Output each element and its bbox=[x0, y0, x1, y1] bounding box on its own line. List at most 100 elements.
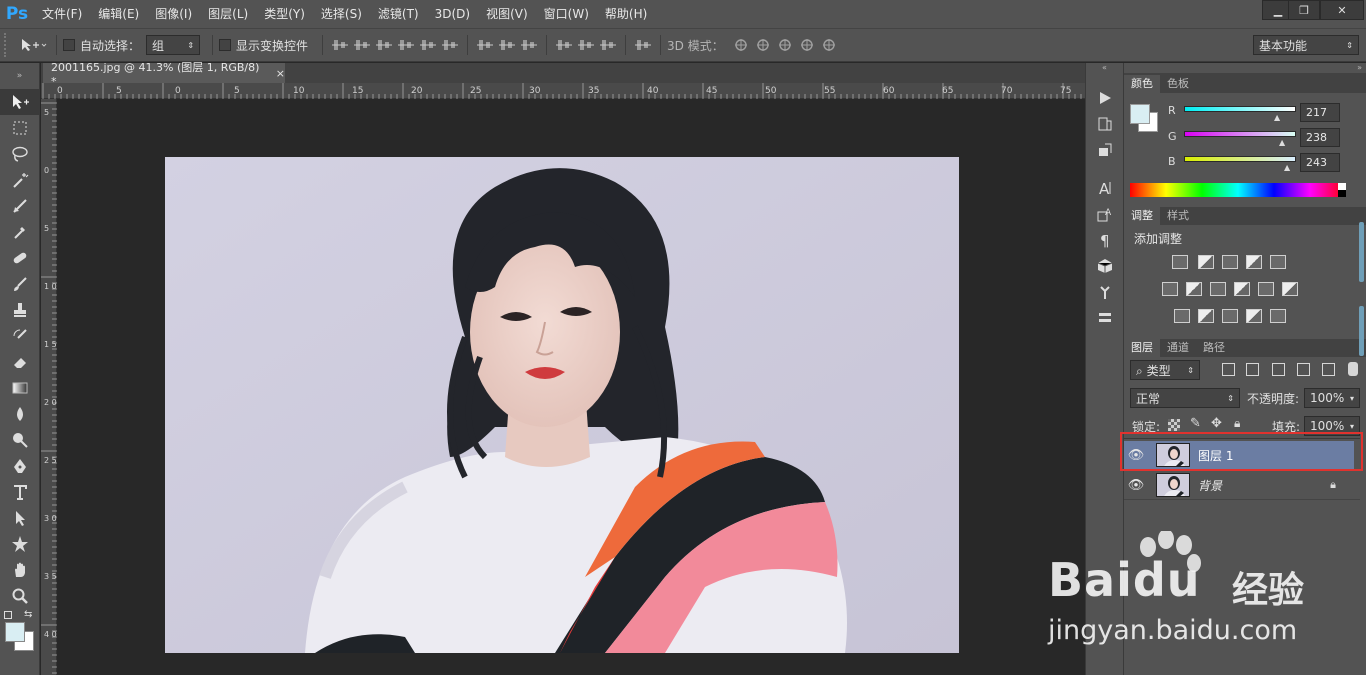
filter-toggle-switch[interactable] bbox=[1348, 362, 1358, 376]
eraser-tool[interactable] bbox=[0, 349, 40, 375]
auto-select-dropdown[interactable]: 组 ⇕ bbox=[146, 35, 201, 55]
document-tab[interactable]: 2001165.jpg @ 41.3% (图层 1, RGB/8) * × bbox=[43, 61, 285, 88]
roll-3d-icon[interactable] bbox=[754, 36, 772, 54]
align-icon[interactable] bbox=[634, 36, 652, 54]
tab-styles[interactable]: 样式 bbox=[1160, 207, 1196, 225]
pixel-filter-icon[interactable] bbox=[1222, 363, 1235, 376]
menu-item-0[interactable]: 文件(F) bbox=[34, 0, 90, 28]
g-value-input[interactable]: 238 bbox=[1300, 128, 1340, 147]
brush-presets-button[interactable] bbox=[1086, 137, 1123, 163]
clone-stamp-tool[interactable] bbox=[0, 297, 40, 323]
align-icon[interactable] bbox=[498, 36, 516, 54]
layer-filter-dropdown[interactable]: ⌕ 类型 ⇕ bbox=[1130, 360, 1200, 380]
lock-transparent-icon[interactable] bbox=[1168, 419, 1180, 431]
layer-row-2[interactable]: 👁︎ 背景 🔒︎ bbox=[1124, 471, 1354, 499]
swap-colors-icon[interactable]: ⇆ bbox=[24, 609, 32, 620]
adjust-scrollbar[interactable] bbox=[1359, 222, 1364, 282]
spectrum-black-swatch[interactable] bbox=[1338, 190, 1346, 197]
show-transform-checkbox[interactable] bbox=[219, 39, 232, 51]
posterize-icon[interactable] bbox=[1198, 309, 1214, 323]
play-action-button[interactable] bbox=[1086, 85, 1123, 111]
selective-color-icon[interactable] bbox=[1246, 309, 1262, 323]
photo-filter-icon[interactable] bbox=[1234, 282, 1250, 296]
black-white-icon[interactable] bbox=[1210, 282, 1226, 296]
brush-tool[interactable] bbox=[0, 271, 40, 297]
menu-item-1[interactable]: 编辑(E) bbox=[90, 0, 147, 28]
horizontal-ruler[interactable]: 0 5 0 5 10 15 20 25 30 35 40 45 50 55 60 65 70 75 bbox=[41, 83, 1085, 99]
tab-channels[interactable]: 通道 bbox=[1160, 339, 1196, 357]
layer-comps-button[interactable] bbox=[1086, 305, 1123, 331]
b-slider[interactable] bbox=[1184, 156, 1296, 162]
spectrum-white-swatch[interactable] bbox=[1338, 183, 1346, 190]
lock-all-icon[interactable]: 🔒︎ bbox=[1234, 416, 1240, 431]
invert-icon[interactable] bbox=[1174, 309, 1190, 323]
r-slider[interactable] bbox=[1184, 106, 1296, 112]
align-icon[interactable] bbox=[476, 36, 494, 54]
default-colors-icon[interactable] bbox=[4, 611, 12, 619]
magic-wand-tool[interactable] bbox=[0, 167, 40, 193]
tab-adjustments[interactable]: 调整 bbox=[1124, 207, 1160, 225]
gradient-tool[interactable] bbox=[0, 375, 40, 401]
3d-panel-button[interactable] bbox=[1086, 253, 1123, 279]
align-icon[interactable] bbox=[520, 36, 538, 54]
r-slider-handle[interactable]: ▲ bbox=[1274, 113, 1280, 122]
menu-item-9[interactable]: 窗口(W) bbox=[536, 0, 597, 28]
brightness-icon[interactable] bbox=[1172, 255, 1188, 269]
layers-scrollbar[interactable] bbox=[1359, 306, 1364, 356]
dodge-tool[interactable] bbox=[0, 427, 40, 453]
eyedropper-tool[interactable] bbox=[0, 219, 40, 245]
paragraph-panel-button[interactable]: ¶ bbox=[1086, 227, 1123, 253]
vibrance-icon[interactable] bbox=[1270, 255, 1286, 269]
tab-layers[interactable]: 图层 bbox=[1124, 339, 1160, 357]
menu-item-10[interactable]: 帮助(H) bbox=[597, 0, 655, 28]
shape-filter-icon[interactable] bbox=[1297, 363, 1310, 376]
align-icon[interactable] bbox=[375, 36, 393, 54]
opacity-input[interactable]: 100% ▾ bbox=[1304, 388, 1360, 408]
menu-item-4[interactable]: 类型(Y) bbox=[256, 0, 313, 28]
exposure-icon[interactable] bbox=[1246, 255, 1262, 269]
channel-mixer-icon[interactable] bbox=[1258, 282, 1274, 296]
path-selection-tool[interactable] bbox=[0, 505, 40, 531]
shape-tool[interactable] bbox=[0, 531, 40, 557]
levels-icon[interactable] bbox=[1198, 255, 1214, 269]
tab-swatches[interactable]: 色板 bbox=[1160, 75, 1196, 93]
color-spectrum-bar[interactable] bbox=[1130, 183, 1346, 197]
restore-button[interactable]: ❐ bbox=[1288, 0, 1320, 20]
type-filter-icon[interactable] bbox=[1272, 363, 1285, 376]
curves-icon[interactable] bbox=[1222, 255, 1238, 269]
lock-pixels-icon[interactable]: ✎ bbox=[1190, 416, 1201, 431]
workspace-dropdown[interactable]: 基本功能 ⇕ bbox=[1253, 35, 1359, 55]
color-balance-icon[interactable] bbox=[1186, 282, 1202, 296]
vertical-ruler[interactable]: 5 0 5 1 0 1 5 2 0 2 5 3 0 3 5 4 0 bbox=[41, 99, 57, 675]
history-panel-button[interactable] bbox=[1086, 111, 1123, 137]
align-icon[interactable] bbox=[555, 36, 573, 54]
color-panel-fg-swatch[interactable] bbox=[1130, 104, 1150, 124]
tool-presets-button[interactable] bbox=[1086, 279, 1123, 305]
menu-item-3[interactable]: 图层(L) bbox=[200, 0, 256, 28]
move-tool[interactable] bbox=[0, 89, 40, 115]
align-icon[interactable] bbox=[419, 36, 437, 54]
lasso-tool[interactable] bbox=[0, 141, 40, 167]
type-tool[interactable] bbox=[0, 479, 40, 505]
eye-icon[interactable]: 👁︎ bbox=[1124, 478, 1148, 493]
auto-select-checkbox[interactable] bbox=[63, 39, 75, 51]
collapse-panels-icon[interactable]: » bbox=[1124, 63, 1366, 73]
align-icon[interactable] bbox=[397, 36, 415, 54]
foreground-color-swatch[interactable] bbox=[5, 622, 25, 642]
menu-item-5[interactable]: 选择(S) bbox=[313, 0, 370, 28]
close-document-icon[interactable]: × bbox=[276, 67, 285, 80]
menu-item-2[interactable]: 图像(I) bbox=[147, 0, 200, 28]
tab-color[interactable]: 颜色 bbox=[1124, 75, 1160, 93]
scale-3d-icon[interactable] bbox=[820, 36, 838, 54]
expand-panels-icon[interactable]: « bbox=[1086, 63, 1123, 75]
g-slider[interactable] bbox=[1184, 131, 1296, 137]
color-lookup-icon[interactable] bbox=[1282, 282, 1298, 296]
menu-item-6[interactable]: 滤镜(T) bbox=[370, 0, 427, 28]
crop-tool[interactable] bbox=[0, 193, 40, 219]
pen-tool[interactable] bbox=[0, 453, 40, 479]
blend-mode-dropdown[interactable]: 正常 ⇕ bbox=[1130, 388, 1240, 408]
align-icon[interactable] bbox=[353, 36, 371, 54]
document-canvas-image[interactable] bbox=[165, 157, 959, 653]
r-value-input[interactable]: 217 bbox=[1300, 103, 1340, 122]
g-slider-handle[interactable]: ▲ bbox=[1279, 138, 1285, 147]
